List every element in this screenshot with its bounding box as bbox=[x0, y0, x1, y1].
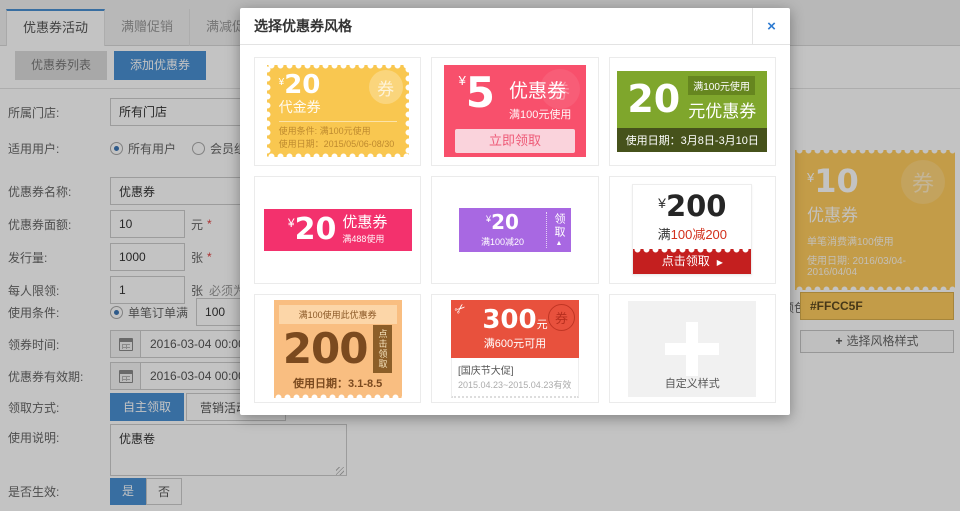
coupon-name: 元优惠券 bbox=[688, 97, 756, 122]
coupon-style-purple: ¥20 满100减20 领取 ▲ bbox=[459, 208, 571, 252]
coupon-date: 使用日期：2015/05/06-08/30 bbox=[279, 138, 397, 151]
coupon-condition-tag: 满100元使用 bbox=[688, 76, 755, 95]
coupon-validity: 2015.04.23~2015.04.23有效 bbox=[458, 378, 572, 391]
coupon-style-peach: 满100使用此优惠券 200 点击领取 使用日期：3.1-8.5 bbox=[274, 300, 402, 398]
coupon-amount: 200 bbox=[283, 328, 368, 370]
click-claim-button[interactable]: 点击领取 bbox=[373, 325, 392, 373]
modal-header: 选择优惠券风格 × bbox=[240, 8, 790, 45]
coupon-style-cell-6[interactable]: ¥200 满100减200 点击领取 ▶ bbox=[609, 176, 776, 285]
coupon-style-white-red: ¥200 满100减200 点击领取 ▶ bbox=[632, 184, 752, 275]
coupon-badge-icon: 券 bbox=[369, 70, 403, 104]
divider: 使用条件: 满100元使用 使用日期：2015/05/06-08/30 bbox=[279, 121, 397, 151]
coupon-condition: 满100减200 bbox=[633, 224, 751, 243]
coupon-style-cell-5[interactable]: ¥20 满100减20 领取 ▲ bbox=[431, 176, 598, 285]
claim-now-button[interactable]: 立即领取 bbox=[455, 129, 575, 153]
coupon-style-red-white: ✂ 券 300元 满600元可用 [国庆节大促] 2015.04.23~2015… bbox=[451, 300, 579, 398]
custom-style-tile: 自定义样式 bbox=[628, 301, 756, 397]
coupon-condition: 满100使用此优惠券 bbox=[279, 305, 397, 324]
coupon-condition: 满600元可用 bbox=[451, 335, 579, 351]
coupon-style-cell-3[interactable]: 20 满100元使用 元优惠券 使用日期：3月8日-3月10日 bbox=[609, 57, 776, 166]
coupon-style-cell-custom[interactable]: 自定义样式 bbox=[609, 294, 776, 403]
perforation-bottom bbox=[274, 393, 402, 402]
coupon-condition: 使用条件: 满100元使用 bbox=[279, 125, 397, 138]
coupon-style-cell-1[interactable]: 券 ¥20 代金券 使用条件: 满100元使用 使用日期：2015/05/06-… bbox=[254, 57, 421, 166]
coupon-style-modal: 选择优惠券风格 × 券 ¥20 代金券 使用条件: 满100元使用 使用日期：2… bbox=[240, 8, 790, 415]
coupon-date: 使用日期：3月8日-3月10日 bbox=[617, 128, 767, 152]
coupon-badge-icon: 券 bbox=[548, 304, 575, 331]
coupon-style-cell-4[interactable]: ¥20 优惠券 满488使用 bbox=[254, 176, 421, 285]
click-claim-button[interactable]: 点击领取 ▶ bbox=[633, 249, 751, 274]
coupon-amount: ¥200 bbox=[633, 192, 751, 221]
custom-style-label: 自定义样式 bbox=[628, 375, 756, 391]
modal-title: 选择优惠券风格 bbox=[240, 8, 790, 44]
click-claim-label: 点击领取 bbox=[662, 254, 710, 268]
coupon-style-rose: ¥20 优惠券 满488使用 bbox=[264, 209, 412, 251]
coupon-amount: ¥5 bbox=[459, 73, 495, 113]
coupon-style-cell-7[interactable]: 满100使用此优惠券 200 点击领取 使用日期：3.1-8.5 bbox=[254, 294, 421, 403]
coupon-title: [国庆节大促] bbox=[458, 362, 572, 377]
plus-icon bbox=[686, 322, 698, 376]
modal-body: 券 ¥20 代金券 使用条件: 满100元使用 使用日期：2015/05/06-… bbox=[240, 45, 790, 415]
coupon-name: 优惠券 bbox=[342, 215, 387, 232]
perforation-right bbox=[404, 65, 413, 157]
coupon-style-yellow: 券 ¥20 代金券 使用条件: 满100元使用 使用日期：2015/05/06-… bbox=[267, 65, 409, 157]
perforation-top bbox=[633, 245, 751, 254]
triangle-right-icon: ▶ bbox=[717, 258, 723, 267]
coupon-condition: 满488使用 bbox=[342, 232, 387, 245]
coupon-condition: 满100减20 bbox=[459, 235, 546, 248]
close-icon[interactable]: × bbox=[752, 8, 790, 44]
perforation-left bbox=[263, 65, 272, 157]
coupon-amount: ¥20 bbox=[459, 212, 546, 234]
coupon-style-cell-2[interactable]: 券 ¥5 优惠券 满100元使用 立即领取 bbox=[431, 57, 598, 166]
coupon-style-green: 20 满100元使用 元优惠券 使用日期：3月8日-3月10日 bbox=[617, 71, 767, 152]
coupon-style-cell-8[interactable]: ✂ 券 300元 满600元可用 [国庆节大促] 2015.04.23~2015… bbox=[431, 294, 598, 403]
coupon-date: 使用日期：3.1-8.5 bbox=[274, 375, 402, 391]
coupon-amount: 20 bbox=[627, 80, 680, 118]
coupon-style-pink: 券 ¥5 优惠券 满100元使用 立即领取 bbox=[444, 65, 586, 157]
triangle-up-icon: ▲ bbox=[556, 240, 563, 247]
perforation-bottom bbox=[267, 152, 409, 161]
perforation-top bbox=[267, 61, 409, 70]
claim-label[interactable]: 领取 bbox=[551, 213, 567, 239]
coupon-amount: ¥20 bbox=[288, 215, 336, 245]
